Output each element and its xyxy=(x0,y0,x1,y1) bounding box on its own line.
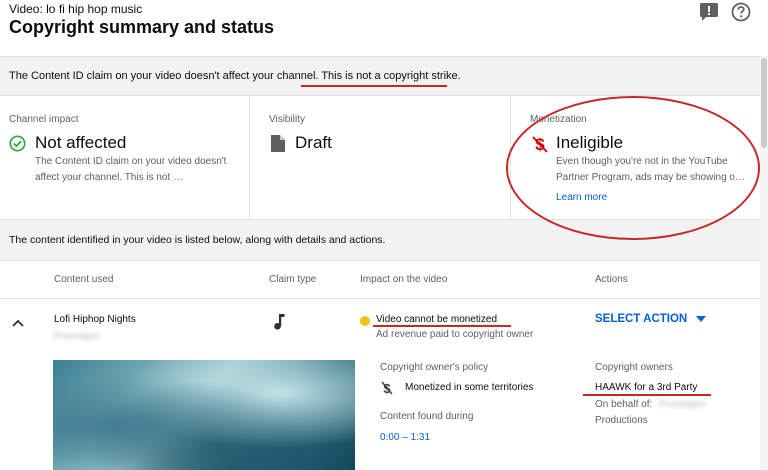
channel-impact-label: Channel impact xyxy=(9,114,79,125)
column-header-impact: Impact on the video xyxy=(360,274,448,285)
chevron-up-icon[interactable] xyxy=(11,315,25,333)
on-behalf-name: Proseapro xyxy=(659,399,706,410)
page-header: Video: lo fi hip hop music Copyright sum… xyxy=(0,0,768,55)
feedback-icon[interactable] xyxy=(699,2,719,22)
caret-down-icon xyxy=(696,313,707,325)
visibility-value: Draft xyxy=(295,133,332,152)
policy-label: Copyright owner's policy xyxy=(380,362,489,373)
found-label: Content found during xyxy=(380,411,474,422)
page-title: Copyright summary and status xyxy=(9,17,275,37)
table-divider xyxy=(0,298,768,299)
warning-dot-icon xyxy=(360,316,370,326)
found-range-link[interactable]: 0:00 – 1:31 xyxy=(380,432,430,443)
notice-text-emphasis: This is not a copyright strike. xyxy=(321,70,461,82)
scrollbar-thumb[interactable] xyxy=(761,58,767,148)
content-info-text: The content identified in your video is … xyxy=(9,234,386,246)
annotation-underline-owner xyxy=(583,394,711,396)
check-circle-icon xyxy=(9,135,26,157)
on-behalf-label: On behalf of: xyxy=(595,399,653,410)
owners-label: Copyright owners xyxy=(595,362,673,373)
document-icon xyxy=(271,135,285,157)
owner-name: HAAWK for a 3rd Party xyxy=(595,382,698,393)
annotation-circle xyxy=(506,96,760,240)
select-action-label: SELECT ACTION xyxy=(595,313,688,326)
content-title: Lofi Hiphop Nights xyxy=(54,314,136,325)
select-action-button[interactable]: SELECT ACTION xyxy=(595,313,707,326)
channel-impact-value: Not affected xyxy=(35,133,127,152)
help-icon[interactable] xyxy=(731,2,751,22)
impact-sub: Ad revenue paid to copyright owner xyxy=(376,329,534,340)
copyright-notice-bar: The Content ID claim on your video doesn… xyxy=(0,56,768,96)
copyright-notice-text: The Content ID claim on your video doesn… xyxy=(9,70,461,82)
column-header-actions: Actions xyxy=(595,274,628,285)
channel-impact-desc: The Content ID claim on your video doesn… xyxy=(35,156,227,183)
music-note-icon xyxy=(272,313,286,336)
annotation-underline-strike xyxy=(301,85,447,87)
video-thumbnail xyxy=(53,360,355,470)
column-header-claim-type: Claim type xyxy=(269,274,317,285)
visibility-card: Visibility Draft xyxy=(250,95,509,219)
dollar-off-small-icon: $ xyxy=(381,381,393,400)
video-subtitle: Video: lo fi hip hop music xyxy=(9,2,143,16)
on-behalf-suffix: Productions xyxy=(595,415,648,426)
notice-text-plain: The Content ID claim on your video doesn… xyxy=(9,70,322,82)
visibility-label: Visibility xyxy=(269,114,305,125)
policy-value: Monetized in some territories xyxy=(405,382,534,393)
column-header-content-used: Content used xyxy=(54,274,114,285)
content-artist: Proseapro xyxy=(54,331,101,342)
channel-impact-card: Channel impact Not affected The Content … xyxy=(0,95,248,219)
annotation-underline-monetized xyxy=(373,325,511,327)
impact-main: Video cannot be monetized xyxy=(376,314,498,325)
